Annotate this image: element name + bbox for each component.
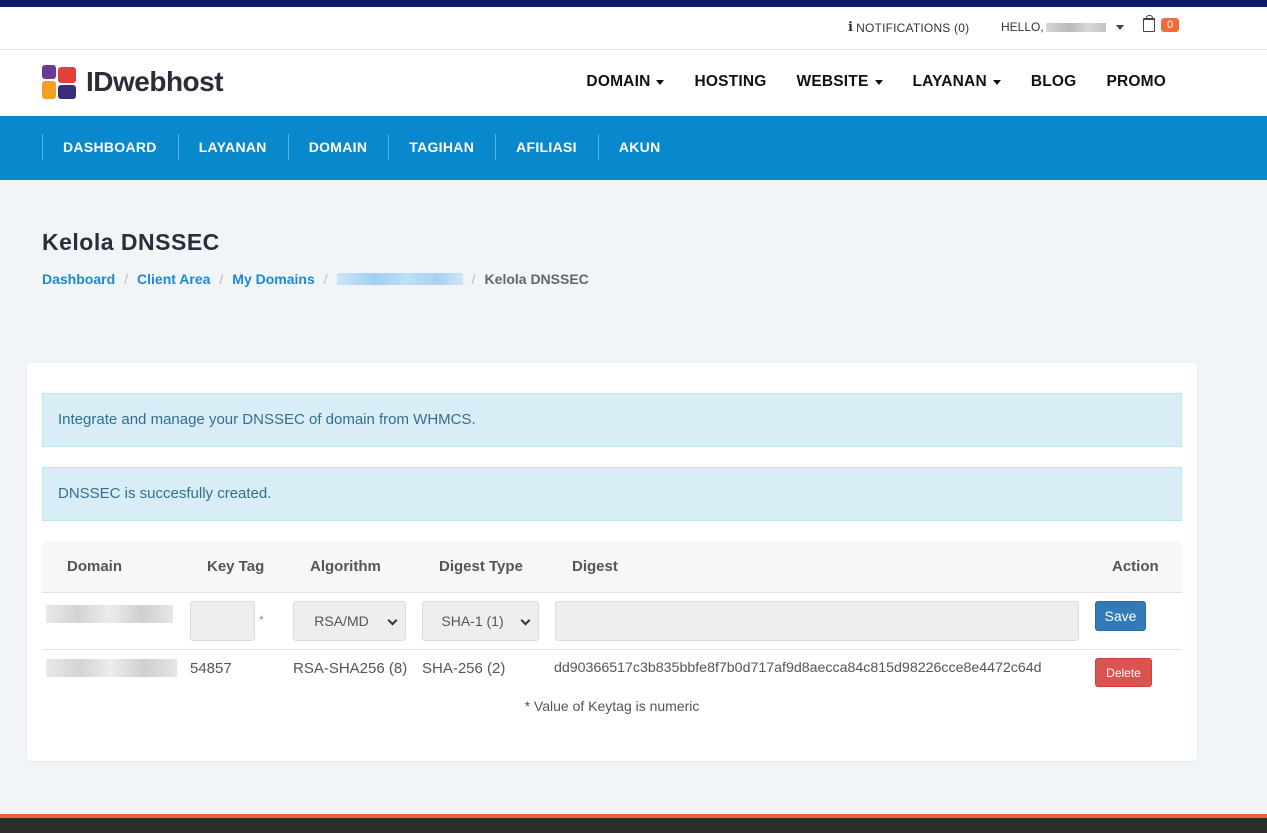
algorithm-value: RSA-SHA256 (8) [293, 660, 408, 677]
main-nav: DOMAIN HOSTING WEBSITE LAYANAN BLOG PROM… [586, 73, 1166, 91]
dnssec-table: Domain Key Tag Algorithm Digest Type Dig… [42, 541, 1182, 690]
redacted-domain-name [46, 605, 173, 623]
chevron-down-icon [387, 615, 398, 626]
column-header-key-tag: Key Tag [207, 558, 265, 575]
table-row-new-record: * RSA/MD SHA-1 (1) Save [42, 593, 1182, 650]
column-header-digest-type: Digest Type [439, 558, 523, 575]
dnssec-panel: Integrate and manage your DNSSEC of doma… [27, 363, 1197, 761]
shopping-bag-icon [1143, 15, 1155, 32]
site-header: IDwebhost DOMAIN HOSTING WEBSITE LAYANAN… [0, 50, 1267, 116]
nav-item-blog[interactable]: BLOG [1031, 73, 1077, 91]
nav-item-domain[interactable]: DOMAIN [586, 73, 665, 91]
column-header-action: Action [1112, 558, 1159, 575]
chevron-down-icon [520, 615, 531, 626]
logo-mark-icon [42, 65, 78, 99]
digest-input[interactable] [555, 601, 1079, 641]
notifications-link[interactable]: i NOTIFICATIONS (0) [848, 20, 969, 35]
key-tag-input[interactable] [190, 601, 255, 641]
algorithm-select[interactable]: RSA/MD [293, 601, 406, 641]
subnav-item-tagihan[interactable]: TAGIHAN [388, 134, 495, 160]
digest-type-select[interactable]: SHA-1 (1) [422, 601, 539, 641]
hello-label: HELLO, [1001, 20, 1044, 34]
breadcrumb-current: Kelola DNSSEC [484, 271, 589, 287]
subnav-item-akun[interactable]: AKUN [597, 134, 682, 160]
info-icon: i [848, 20, 854, 35]
breadcrumb: Dashboard / Client Area / My Domains / /… [42, 271, 589, 287]
notifications-label: NOTIFICATIONS (0) [856, 20, 970, 35]
info-alert: Integrate and manage your DNSSEC of doma… [42, 393, 1182, 447]
breadcrumb-dashboard[interactable]: Dashboard [42, 271, 115, 287]
redacted-domain-name [46, 659, 177, 677]
breadcrumb-my-domains[interactable]: My Domains [232, 271, 314, 287]
digest-type-value: SHA-256 (2) [422, 660, 506, 677]
delete-button[interactable]: Delete [1095, 658, 1152, 687]
required-asterisk: * [259, 613, 264, 627]
nav-item-layanan[interactable]: LAYANAN [913, 73, 1001, 91]
site-footer [0, 818, 1267, 833]
table-row: 54857 RSA-SHA256 (8) SHA-256 (2) dd90366… [42, 650, 1182, 690]
breadcrumb-separator: / [124, 271, 129, 287]
column-header-algorithm: Algorithm [310, 558, 381, 575]
brand-logo[interactable]: IDwebhost [42, 65, 224, 99]
breadcrumb-separator: / [471, 271, 476, 287]
top-accent-strip [0, 0, 1267, 7]
key-tag-value: 54857 [190, 660, 232, 677]
digest-value: dd90366517c3b835bbfe8f7b0d717af9d8aecca8… [554, 660, 1042, 676]
breadcrumb-separator: / [219, 271, 224, 287]
digest-type-selected-value: SHA-1 (1) [441, 613, 504, 629]
breadcrumb-separator: / [323, 271, 328, 287]
subnav-item-afiliasi[interactable]: AFILIASI [495, 134, 598, 160]
success-alert: DNSSEC is succesfully created. [42, 467, 1182, 521]
user-menu[interactable]: HELLO, [1001, 20, 1124, 34]
nav-item-website[interactable]: WEBSITE [797, 73, 883, 91]
chevron-down-icon [1115, 24, 1124, 30]
breadcrumb-redacted-domain[interactable] [336, 273, 463, 285]
keytag-note: * Value of Keytag is numeric [524, 698, 700, 714]
nav-item-promo[interactable]: PROMO [1106, 73, 1166, 91]
chevron-down-icon [656, 79, 665, 85]
top-utility-bar: i NOTIFICATIONS (0) HELLO, 0 [0, 7, 1267, 50]
table-header: Domain Key Tag Algorithm Digest Type Dig… [42, 541, 1182, 593]
breadcrumb-client-area[interactable]: Client Area [137, 271, 210, 287]
chevron-down-icon [874, 79, 883, 85]
cart-count-badge: 0 [1161, 18, 1180, 32]
column-header-domain: Domain [67, 558, 123, 575]
nav-item-hosting[interactable]: HOSTING [694, 73, 766, 91]
subnav-item-dashboard[interactable]: DASHBOARD [42, 134, 178, 160]
page-title: Kelola DNSSEC [42, 229, 220, 255]
subnav-item-domain[interactable]: DOMAIN [287, 134, 389, 160]
column-header-digest: Digest [572, 558, 618, 575]
cart-link[interactable]: 0 [1143, 15, 1180, 32]
subnav-item-layanan[interactable]: LAYANAN [177, 134, 288, 160]
brand-name: IDwebhost [86, 66, 224, 97]
save-button[interactable]: Save [1095, 601, 1146, 631]
chevron-down-icon [992, 79, 1001, 85]
redacted-username [1045, 22, 1106, 32]
client-area-nav: DASHBOARD LAYANAN DOMAIN TAGIHAN AFILIAS… [0, 116, 1267, 180]
algorithm-selected-value: RSA/MD [314, 613, 369, 629]
